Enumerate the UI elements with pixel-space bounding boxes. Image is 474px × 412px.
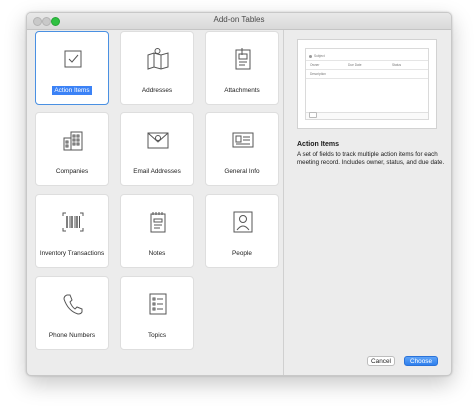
tile-inventory-transactions[interactable]: Inventory Transactions [35, 194, 109, 268]
add-on-tables-window: Add-on Tables Action Items Addresses Att… [26, 12, 452, 376]
person-icon [230, 209, 256, 235]
table-preview: Subject Owner Due Date Status Descriptio… [297, 39, 437, 129]
tile-label-notes: Notes [148, 250, 166, 257]
cancel-button[interactable]: Cancel [367, 356, 395, 366]
tile-label-attachments: Attachments [224, 87, 260, 94]
envelope-icon [145, 127, 171, 153]
preview-description-label: Description [310, 72, 326, 76]
tile-action-items[interactable]: Action Items [35, 31, 109, 105]
tile-companies[interactable]: Companies [35, 112, 109, 186]
tile-topics[interactable]: Topics [120, 276, 194, 350]
tile-people[interactable]: People [205, 194, 279, 268]
tile-label-phone-numbers: Phone Numbers [48, 332, 96, 339]
preview-add-button [309, 112, 317, 118]
detail-description: A set of fields to track multiple action… [297, 151, 445, 167]
tile-label-companies: Companies [55, 168, 89, 175]
table-grid: Action Items Addresses Attachments Compa… [31, 31, 291, 371]
building-icon [60, 127, 86, 153]
map-icon [145, 46, 171, 72]
tile-label-general-info: General Info [224, 168, 260, 175]
detail-title: Action Items [297, 141, 340, 148]
preview-owner-label: Owner [310, 63, 320, 67]
id-card-icon [230, 127, 256, 153]
window-title: Add-on Tables [213, 15, 265, 24]
tile-general-info[interactable]: General Info [205, 112, 279, 186]
choose-button[interactable]: Choose [404, 356, 438, 366]
tile-label-email-addresses: Email Addresses [133, 168, 181, 175]
list-icon [145, 291, 171, 317]
tile-email-addresses[interactable]: Email Addresses [120, 112, 194, 186]
notepad-icon [145, 209, 171, 235]
panel-divider [283, 30, 284, 375]
clipboard-icon [230, 46, 256, 72]
tile-addresses[interactable]: Addresses [120, 31, 194, 105]
tile-notes[interactable]: Notes [120, 194, 194, 268]
title-bar[interactable]: Add-on Tables [27, 13, 451, 30]
tile-label-people: People [232, 250, 252, 257]
preview-form: Subject Owner Due Date Status Descriptio… [305, 48, 429, 120]
tile-label-addresses: Addresses [141, 87, 173, 94]
tile-phone-numbers[interactable]: Phone Numbers [35, 276, 109, 350]
preview-record-dot-icon [309, 55, 312, 58]
barcode-icon [60, 209, 86, 235]
tile-label-inventory-transactions: Inventory Transactions [39, 250, 105, 257]
tile-label-action-items: Action Items [52, 86, 92, 95]
preview-status-label: Status [392, 63, 402, 67]
tile-attachments[interactable]: Attachments [205, 31, 279, 105]
checkbox-icon [60, 46, 86, 72]
tile-label-topics: Topics [147, 332, 167, 339]
preview-subject-label: Subject [314, 54, 325, 58]
phone-icon [60, 291, 86, 317]
preview-due-date-label: Due Date [348, 63, 362, 67]
